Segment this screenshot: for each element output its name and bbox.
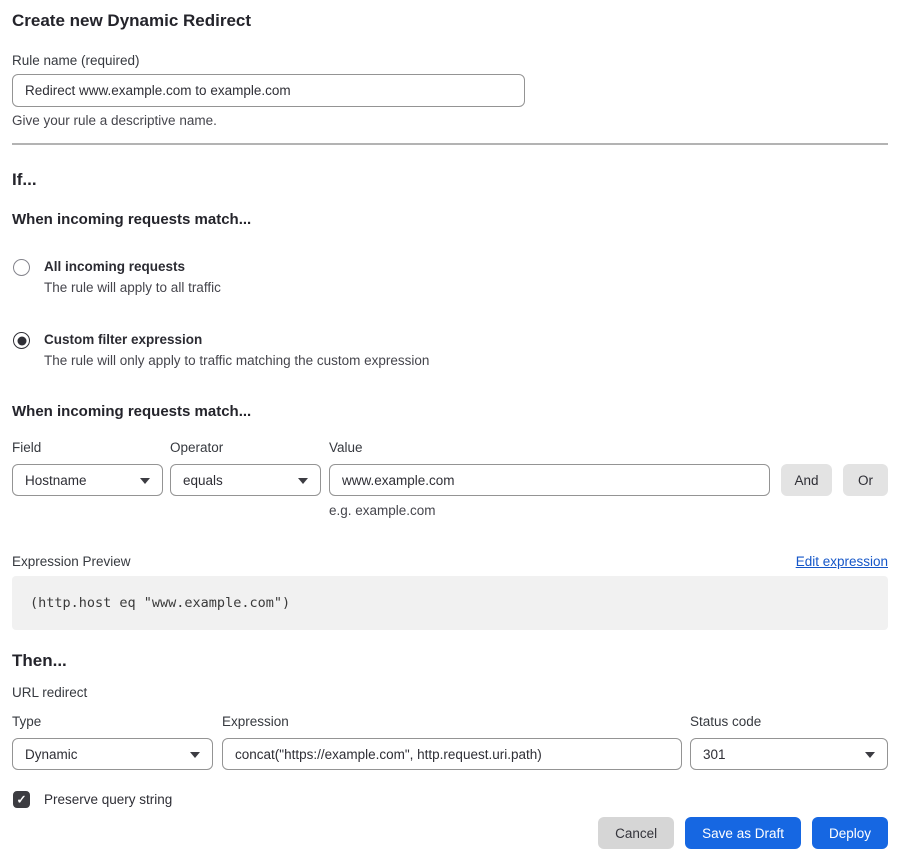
redirect-config-row: Type Dynamic Expression Status code 301 <box>12 713 888 770</box>
radio-text: All incoming requests The rule will appl… <box>44 258 221 297</box>
radio-option-custom-filter[interactable]: Custom filter expression The rule will o… <box>13 331 888 370</box>
if-heading: If... <box>12 170 888 190</box>
match-heading: When incoming requests match... <box>12 211 888 229</box>
expression-input[interactable] <box>222 738 682 770</box>
status-code-select[interactable]: 301 <box>690 738 888 770</box>
radio-option-label: Custom filter expression <box>44 331 429 349</box>
chevron-down-icon <box>190 752 200 758</box>
chevron-down-icon <box>140 478 150 484</box>
save-as-draft-button[interactable]: Save as Draft <box>685 817 801 849</box>
expression-code: (http.host eq "www.example.com") <box>30 595 290 611</box>
status-code-select-value: 301 <box>703 747 726 762</box>
status-code-label: Status code <box>690 714 761 729</box>
value-helper: e.g. example.com <box>329 502 770 520</box>
operator-column: Operator equals <box>170 439 321 520</box>
expression-label: Expression <box>222 714 289 729</box>
and-or-buttons: And Or <box>781 439 888 520</box>
field-column: Field Hostname <box>12 439 163 520</box>
radio-icon[interactable] <box>13 259 30 276</box>
preserve-query-label: Preserve query string <box>44 792 172 807</box>
chevron-down-icon <box>298 478 308 484</box>
or-button[interactable]: Or <box>843 464 888 496</box>
rule-name-section: Rule name (required) Give your rule a de… <box>12 52 888 130</box>
value-input[interactable] <box>329 464 770 496</box>
type-column: Type Dynamic <box>12 713 213 770</box>
expression-preview-label: Expression Preview <box>12 553 131 571</box>
cancel-button[interactable]: Cancel <box>598 817 674 849</box>
deploy-button[interactable]: Deploy <box>812 817 888 849</box>
checkbox-icon[interactable] <box>13 791 30 808</box>
then-heading: Then... <box>12 651 888 671</box>
rule-name-helper: Give your rule a descriptive name. <box>12 112 888 130</box>
radio-option-description: The rule will apply to all traffic <box>44 279 221 297</box>
value-label: Value <box>329 440 363 455</box>
value-column: Value e.g. example.com <box>329 439 770 520</box>
filter-heading: When incoming requests match... <box>12 403 888 421</box>
and-button[interactable]: And <box>781 464 832 496</box>
radio-text: Custom filter expression The rule will o… <box>44 331 429 370</box>
type-select-value: Dynamic <box>25 747 78 762</box>
field-select[interactable]: Hostname <box>12 464 163 496</box>
radio-option-label: All incoming requests <box>44 258 221 276</box>
chevron-down-icon <box>865 752 875 758</box>
rule-name-input[interactable] <box>12 74 525 107</box>
type-select[interactable]: Dynamic <box>12 738 213 770</box>
radio-option-all-requests[interactable]: All incoming requests The rule will appl… <box>13 258 888 297</box>
url-redirect-label: URL redirect <box>12 684 888 702</box>
expression-preview-box: (http.host eq "www.example.com") <box>12 576 888 630</box>
operator-select-value: equals <box>183 473 223 488</box>
preserve-query-row[interactable]: Preserve query string <box>13 791 888 808</box>
operator-label: Operator <box>170 440 223 455</box>
expression-preview-header: Expression Preview Edit expression <box>12 553 888 571</box>
section-divider <box>12 143 888 145</box>
filter-builder-row: Field Hostname Operator equals Value e.g… <box>12 439 888 520</box>
edit-expression-link[interactable]: Edit expression <box>796 554 888 569</box>
expression-column: Expression <box>222 713 682 770</box>
operator-select[interactable]: equals <box>170 464 321 496</box>
type-label: Type <box>12 714 41 729</box>
radio-icon[interactable] <box>13 332 30 349</box>
field-label: Field <box>12 440 41 455</box>
rule-name-label: Rule name (required) <box>12 53 140 68</box>
create-redirect-form: Create new Dynamic Redirect Rule name (r… <box>0 0 907 849</box>
status-code-column: Status code 301 <box>690 713 888 770</box>
radio-option-description: The rule will only apply to traffic matc… <box>44 352 429 370</box>
page-title: Create new Dynamic Redirect <box>12 11 888 31</box>
form-actions: Cancel Save as Draft Deploy <box>12 817 888 849</box>
field-select-value: Hostname <box>25 473 87 488</box>
